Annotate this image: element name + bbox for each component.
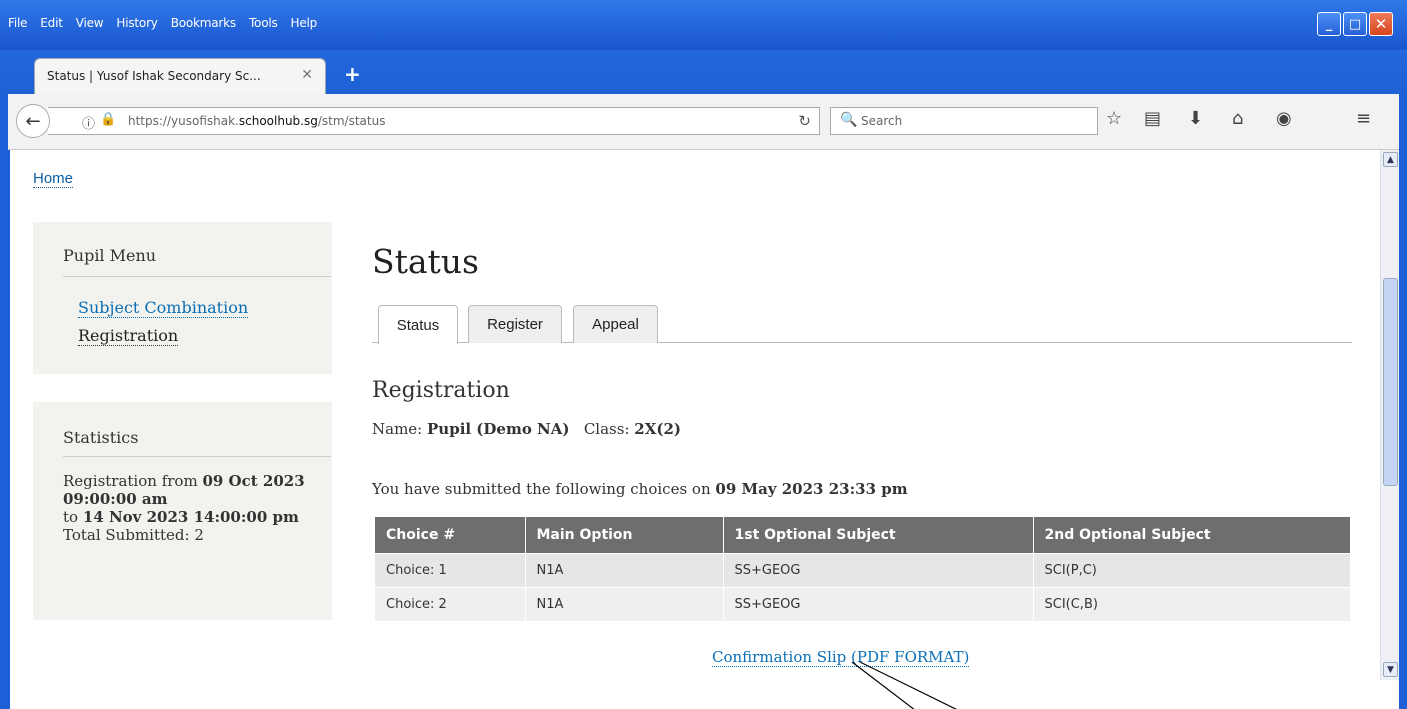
url-path: /stm/status — [317, 114, 386, 128]
url-prefix: https://yusofishak. — [128, 114, 239, 128]
pupil-name: Pupil (Demo NA) — [427, 420, 570, 438]
registration-from-label: Registration from — [63, 472, 198, 490]
name-label: Name: — [372, 420, 423, 438]
table-header-row: Choice # Main Option 1st Optional Subjec… — [375, 517, 1351, 553]
new-tab-icon[interactable]: + — [344, 62, 361, 86]
navigation-bar: ⓘ 🔒 https://yusofishak.schoolhub.sg/stm/… — [8, 94, 1399, 150]
scroll-down-icon[interactable]: ▼ — [1383, 662, 1398, 677]
choices-table: Choice # Main Option 1st Optional Subjec… — [375, 517, 1351, 621]
home-link[interactable]: Home — [33, 170, 74, 188]
section-heading: Registration — [372, 378, 510, 403]
tab-appeal[interactable]: Appeal — [573, 305, 658, 343]
table-cell: Choice: 2 — [375, 586, 526, 621]
reload-icon[interactable]: ↻ — [798, 112, 811, 130]
tab-close-icon[interactable]: ✕ — [301, 67, 313, 83]
browser-window: File Edit View History Bookmarks Tools H… — [0, 0, 1407, 709]
column-header: Choice # — [375, 517, 526, 553]
total-submitted-value: 2 — [194, 526, 204, 544]
submitted-prefix: You have submitted the following choices… — [372, 480, 711, 498]
close-icon[interactable]: ✕ — [1369, 12, 1393, 36]
statistics-text: Registration from 09 Oct 2023 09:00:00 a… — [63, 472, 323, 544]
table-cell: SS+GEOG — [723, 586, 1034, 621]
info-icon[interactable]: ⓘ — [82, 113, 95, 132]
menu-file[interactable]: File — [8, 16, 27, 30]
registration-to-label: to — [63, 508, 79, 526]
pupil-menu-block: Pupil Menu Subject Combination Registrat… — [33, 222, 332, 374]
back-icon[interactable]: ← — [16, 104, 50, 138]
vertical-scrollbar[interactable]: ▲ ▼ — [1380, 150, 1399, 680]
total-submitted-label: Total Submitted: — [63, 526, 190, 544]
page-title: Status — [372, 242, 479, 281]
table-cell: N1A — [525, 586, 724, 621]
table-cell: N1A — [525, 552, 724, 587]
table-row: Choice: 1 N1A SS+GEOG SCI(P,C) — [375, 552, 1351, 587]
maximize-icon[interactable]: □ — [1343, 12, 1367, 36]
column-header: 1st Optional Subject — [723, 517, 1034, 553]
lock-icon: 🔒 — [100, 112, 117, 127]
scroll-up-icon[interactable]: ▲ — [1383, 152, 1398, 167]
browser-tab[interactable]: Status | Yusof Ishak Secondary Sc... ✕ — [34, 58, 326, 94]
statistics-block: Statistics Registration from 09 Oct 2023… — [33, 402, 332, 620]
pupil-menu-divider — [63, 276, 331, 277]
menu-link-registration[interactable]: Registration — [78, 326, 179, 346]
home-icon[interactable]: ⌂ — [1232, 108, 1243, 129]
callout-pointer — [851, 661, 957, 709]
scroll-thumb[interactable] — [1383, 278, 1398, 486]
search-icon: 🔍 — [840, 112, 858, 128]
table-row: Choice: 2 N1A SS+GEOG SCI(C,B) — [375, 586, 1351, 621]
menu-view[interactable]: View — [76, 16, 104, 30]
url-text[interactable]: https://yusofishak.schoolhub.sg/stm/stat… — [128, 114, 385, 128]
hamburger-menu-icon[interactable]: ≡ — [1356, 108, 1371, 129]
tab-status[interactable]: Status — [378, 305, 458, 344]
minimize-icon[interactable]: _ — [1317, 12, 1341, 36]
submitted-date: 09 May 2023 23:33 pm — [715, 480, 908, 498]
download-icon[interactable]: ⬇ — [1188, 108, 1203, 129]
url-domain: schoolhub.sg — [238, 114, 318, 128]
statistics-title: Statistics — [63, 428, 139, 447]
menu-bar: File Edit View History Bookmarks Tools H… — [0, 0, 1407, 50]
pocket-icon[interactable]: ◉ — [1276, 108, 1292, 129]
url-bar[interactable]: ⓘ 🔒 https://yusofishak.schoolhub.sg/stm/… — [48, 107, 820, 135]
menu-bookmarks[interactable]: Bookmarks — [171, 16, 236, 30]
tab-register[interactable]: Register — [468, 305, 562, 343]
bookmark-star-icon[interactable]: ☆ — [1106, 108, 1122, 129]
page-tabs: Status Register Appeal — [372, 303, 1352, 344]
menu-help[interactable]: Help — [291, 16, 318, 30]
menu-tools[interactable]: Tools — [249, 16, 278, 30]
pupil-menu-title: Pupil Menu — [63, 246, 157, 265]
menu-history[interactable]: History — [116, 16, 157, 30]
column-header: 2nd Optional Subject — [1033, 517, 1351, 553]
statistics-divider — [63, 456, 331, 457]
table-cell: Choice: 1 — [375, 552, 526, 587]
table-cell: SCI(C,B) — [1033, 586, 1351, 621]
tab-title: Status | Yusof Ishak Secondary Sc... — [47, 69, 261, 83]
pupil-info: Name: Pupil (Demo NA) Class: 2X(2) — [372, 420, 681, 438]
tab-strip: Status | Yusof Ishak Secondary Sc... ✕ + — [0, 50, 1407, 94]
search-placeholder: Search — [861, 114, 903, 128]
table-cell: SS+GEOG — [723, 552, 1034, 587]
column-header: Main Option — [525, 517, 724, 553]
reading-list-icon[interactable]: ▤ — [1144, 108, 1161, 129]
menu-link-subject-combination[interactable]: Subject Combination — [78, 298, 249, 318]
table-cell: SCI(P,C) — [1033, 552, 1351, 587]
page-viewport: Home Pupil Menu Subject Combination Regi… — [10, 150, 1399, 709]
submitted-notice: You have submitted the following choices… — [372, 480, 908, 498]
pupil-class: 2X(2) — [634, 420, 681, 438]
class-label: Class: — [583, 420, 630, 438]
registration-to-date: 14 Nov 2023 14:00:00 pm — [82, 508, 299, 526]
search-input[interactable]: 🔍 Search — [830, 107, 1098, 135]
menu-edit[interactable]: Edit — [40, 16, 63, 30]
